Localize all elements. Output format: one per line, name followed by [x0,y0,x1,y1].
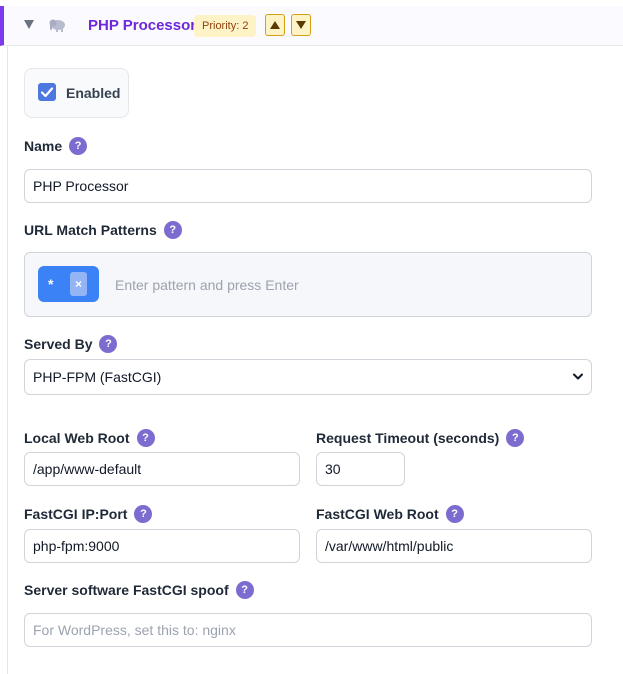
served-by-value: PHP-FPM (FastCGI) [33,369,162,385]
url-patterns-label-text: URL Match Patterns [24,222,157,238]
request-timeout-help-icon[interactable]: ? [506,429,525,447]
panel-border [7,46,8,674]
move-up-button[interactable] [265,14,285,36]
priority-badge: Priority: 2 [194,15,257,37]
fastcgi-web-root-label-text: FastCGI Web Root [316,506,439,522]
pattern-chip-text: * [48,276,54,292]
collapse-triangle-icon[interactable] [24,20,34,29]
pattern-placeholder: Enter pattern and press Enter [115,277,299,293]
processor-panel: PHP Processor Priority: 2 Enabled Name ?… [0,0,623,674]
served-by-label: Served By ? [24,335,118,353]
name-label: Name ? [24,137,88,155]
enabled-toggle[interactable]: Enabled [24,68,129,118]
local-web-root-help-icon[interactable]: ? [136,429,155,447]
arrow-up-icon [270,21,280,29]
processor-title: PHP Processor [88,17,197,34]
fastcgi-web-root-help-icon[interactable]: ? [445,505,464,523]
name-label-text: Name [24,138,63,154]
local-web-root-input[interactable]: /app/www-default [24,452,300,486]
elephant-icon [48,18,66,32]
url-patterns-input[interactable]: * × Enter pattern and press Enter [24,252,592,317]
pattern-chip: * × [38,266,99,302]
server-spoof-label: Server software FastCGI spoof ? [24,581,254,599]
url-patterns-label: URL Match Patterns ? [24,221,182,239]
chevron-down-icon [573,373,583,380]
fastcgi-ip-port-help-icon[interactable]: ? [134,505,153,523]
move-down-button[interactable] [291,14,311,36]
server-spoof-help-icon[interactable]: ? [235,581,254,599]
fastcgi-ip-port-label: FastCGI IP:Port ? [24,505,153,523]
enabled-label: Enabled [66,85,121,101]
fastcgi-ip-port-input[interactable]: php-fpm:9000 [24,529,300,563]
fastcgi-web-root-input[interactable]: /var/www/html/public [316,529,592,563]
served-by-help-icon[interactable]: ? [99,335,118,353]
url-patterns-help-icon[interactable]: ? [163,221,182,239]
served-by-label-text: Served By [24,336,93,352]
name-input[interactable]: PHP Processor [24,169,592,203]
arrow-down-icon [296,21,306,29]
name-help-icon[interactable]: ? [69,137,88,155]
served-by-select[interactable]: PHP-FPM (FastCGI) [24,359,592,395]
processor-header[interactable]: PHP Processor Priority: 2 [0,6,623,46]
local-web-root-label: Local Web Root ? [24,429,155,447]
request-timeout-input[interactable]: 30 [316,452,405,486]
request-timeout-label: Request Timeout (seconds) ? [316,429,525,447]
server-spoof-label-text: Server software FastCGI spoof [24,582,229,598]
request-timeout-label-text: Request Timeout (seconds) [316,430,500,446]
remove-chip-button[interactable]: × [70,272,87,296]
enabled-checkbox[interactable] [38,83,56,101]
local-web-root-label-text: Local Web Root [24,430,130,446]
fastcgi-ip-port-label-text: FastCGI IP:Port [24,506,128,522]
fastcgi-web-root-label: FastCGI Web Root ? [316,505,464,523]
server-spoof-input[interactable]: For WordPress, set this to: nginx [24,613,592,647]
